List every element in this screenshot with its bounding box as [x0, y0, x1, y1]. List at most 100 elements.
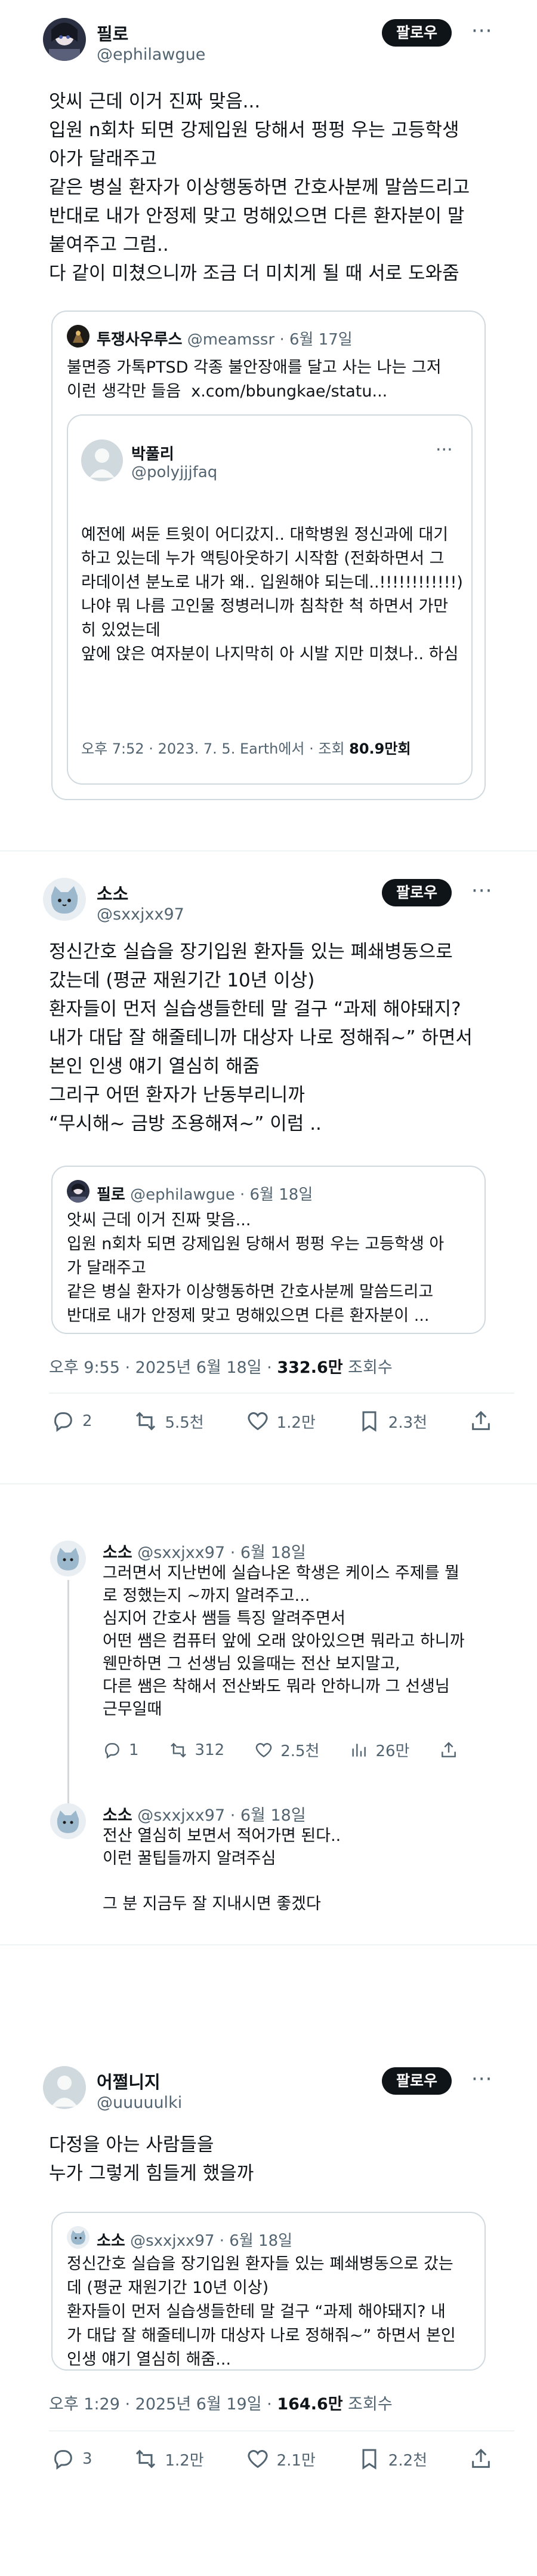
- post-meta: 오후 1:29 · 2025년 6월 19일 · 164.6만 조회수: [49, 2395, 393, 2414]
- quoted-author-handle: @meamssr: [187, 331, 275, 349]
- reply-author: 소소 @sxxjxx97 · 6월 18일: [103, 1539, 306, 1563]
- quoted-date: · 6월 17일: [279, 331, 353, 349]
- quoted-author-handle: @sxxjxx97: [130, 2232, 215, 2250]
- reply-icon: [54, 2450, 72, 2470]
- avatar[interactable]: [43, 878, 86, 921]
- reply-icon: [105, 1742, 119, 1759]
- quoted-date: · 6월 18일: [219, 2232, 293, 2250]
- reply-author-handle: @sxxjxx97: [137, 1806, 226, 1825]
- nested-views: 80.9만회: [349, 740, 411, 757]
- post-meta: 오후 9:55 · 2025년 6월 18일 · 332.6만 조회수: [49, 1358, 393, 1377]
- author-name[interactable]: 소소: [97, 880, 128, 905]
- analytics-icon: [352, 1743, 366, 1757]
- author-name[interactable]: 필로: [97, 20, 128, 45]
- reply-text: 그러면서 지난번에 실습나온 학생은 케이스 주제를 뭘 로 정했는지 ~까지 …: [103, 1564, 465, 1719]
- more-options-icon[interactable]: ···: [471, 2069, 492, 2089]
- reply-button[interactable]: 1: [103, 1741, 139, 1760]
- post-philo: 필로 @ephilawgue 팔로우 ··· 앗씨 근데 이거 진짜 맞음...…: [0, 0, 537, 848]
- nested-author-handle: @polyjjjfaq: [131, 463, 218, 481]
- nested-text: 예전에 써둔 트윗이 어디갔지.. 대학병원 정신과에 대기 하고 있는데 누가…: [81, 525, 463, 663]
- page: 필로 @ephilawgue 팔로우 ··· 앗씨 근데 이거 진짜 맞음...…: [0, 0, 537, 2576]
- retweet-button[interactable]: 312: [169, 1741, 224, 1760]
- heart-icon: [248, 2450, 268, 2469]
- reply-date: · 6월 18일: [230, 1544, 306, 1562]
- reply-date: · 6월 18일: [230, 1806, 306, 1825]
- views-count: 332.6만: [277, 1358, 343, 1377]
- share-button[interactable]: [469, 2447, 493, 2471]
- quoted-author-name: 소소: [97, 2232, 125, 2250]
- reply-count: 2: [82, 1412, 92, 1430]
- avatar[interactable]: [50, 1541, 86, 1576]
- quoted-author-name: 필로: [97, 1186, 125, 1204]
- reply-author-handle: @sxxjxx97: [137, 1544, 226, 1562]
- heart-icon: [248, 1412, 268, 1431]
- reply-thread: 소소 @sxxjxx97 · 6월 18일 그러면서 지난번에 실습나온 학생은…: [0, 1493, 537, 1947]
- quoted-author: 투쟁사우루스 @meamssr · 6월 17일: [97, 327, 353, 349]
- views-count: 26만: [375, 1742, 410, 1760]
- quoted-text: 불면증 가톡PTSD 각종 불안장애를 달고 사는 나는 그저 이런 생각만 들…: [67, 358, 442, 401]
- action-bar: 3 1.2만 2.1만 2.2천: [51, 2447, 493, 2471]
- quoted-post[interactable]: 소소 @sxxjxx97 · 6월 18일 정신간호 실습을 장기입원 환자들 …: [51, 2212, 486, 2371]
- author-handle[interactable]: @ephilawgue: [97, 45, 205, 64]
- more-options-icon[interactable]: ···: [436, 439, 453, 460]
- quoted-author-handle: @ephilawgue: [130, 1186, 235, 1204]
- retweet-icon: [136, 1412, 156, 1431]
- like-count: 2.1만: [276, 2451, 316, 2470]
- retweet-icon: [136, 2449, 156, 2469]
- post-text: 다정을 아는 사람들을 누가 그렇게 힘들게 했을까: [49, 2134, 254, 2184]
- like-button[interactable]: 2.5천: [254, 1739, 319, 1761]
- like-count: 2.5천: [280, 1742, 320, 1760]
- quoted-author: 소소 @sxxjxx97 · 6월 18일: [97, 2228, 292, 2251]
- follow-button[interactable]: 팔로우: [382, 2067, 452, 2095]
- reply-author-name: 소소: [103, 1544, 132, 1562]
- more-options-icon[interactable]: ···: [471, 21, 492, 41]
- author-handle[interactable]: @sxxjxx97: [97, 905, 184, 924]
- divider: [49, 1392, 514, 1394]
- quoted-author: 필로 @ephilawgue · 6월 18일: [97, 1182, 313, 1204]
- reply-text: 전산 열심히 보면서 적어가면 된다.. 이런 꿀팁들까지 알려주심 그 분 지…: [103, 1827, 341, 1913]
- nested-quoted-post[interactable]: 박풀리 @polyjjjfaq ··· 예전에 써둔 트윗이 어디갔지.. 대학…: [67, 414, 473, 785]
- quoted-post[interactable]: 투쟁사우루스 @meamssr · 6월 17일 불면증 가톡PTSD 각종 불…: [51, 311, 486, 800]
- share-icon: [472, 2448, 490, 2468]
- author-handle[interactable]: @uuuuulki: [97, 2094, 182, 2112]
- like-button[interactable]: 1.2만: [246, 1409, 316, 1433]
- retweet-button[interactable]: 1.2만: [134, 2447, 204, 2471]
- more-options-icon[interactable]: ···: [471, 881, 492, 901]
- reply-button[interactable]: 2: [51, 1409, 92, 1433]
- avatar[interactable]: [43, 18, 86, 61]
- views-button[interactable]: 26만: [349, 1739, 409, 1761]
- avatar: [67, 1180, 90, 1203]
- reply-button[interactable]: 3: [51, 2447, 92, 2471]
- share-button[interactable]: [439, 1741, 458, 1760]
- reply-author-name: 소소: [103, 1806, 132, 1825]
- post-text: 앗씨 근데 이거 진짜 맞음... 입원 n회차 되면 강제입원 당해서 펑펑 …: [49, 91, 470, 284]
- bookmark-button[interactable]: 2.2천: [357, 2447, 427, 2471]
- share-button[interactable]: [469, 1409, 493, 1433]
- avatar: [67, 2226, 90, 2249]
- bookmark-button[interactable]: 2.3천: [357, 1409, 427, 1433]
- divider: [0, 1944, 537, 1945]
- divider: [49, 2430, 514, 2431]
- post-ujjulnizi: 어쩔니지 @uuuuulki 팔로우 ··· 다정을 아는 사람들을 누가 그렇…: [0, 1953, 537, 2576]
- retweet-count: 1.2만: [165, 2451, 204, 2470]
- share-icon: [472, 1410, 490, 1430]
- like-button[interactable]: 2.1만: [246, 2447, 316, 2471]
- follow-button[interactable]: 팔로우: [382, 19, 452, 47]
- reply-icon: [54, 1412, 72, 1432]
- thread-line: [67, 1580, 69, 1831]
- default-avatar: [81, 439, 123, 481]
- retweet-count: 5.5천: [165, 1413, 204, 1432]
- bookmark-count: 2.2천: [388, 2451, 428, 2470]
- retweet-button[interactable]: 5.5천: [134, 1409, 204, 1433]
- avatar[interactable]: [50, 1803, 86, 1839]
- bookmark-count: 2.3천: [388, 1413, 428, 1432]
- bookmark-icon: [362, 2449, 376, 2470]
- follow-button[interactable]: 팔로우: [382, 879, 452, 906]
- reply-action-bar: 1 312 2.5천 26만: [103, 1739, 458, 1761]
- like-count: 1.2만: [276, 1413, 316, 1432]
- default-avatar[interactable]: [43, 2066, 86, 2109]
- quoted-post[interactable]: 필로 @ephilawgue · 6월 18일 앗씨 근데 이거 진짜 맞음..…: [51, 1166, 486, 1334]
- author-name[interactable]: 어쩔니지: [97, 2068, 161, 2094]
- share-icon: [442, 1741, 456, 1757]
- post-text: 정신간호 실습을 장기입원 환자들 있는 폐쇄병동으로 갔는데 (평균 재원기간…: [49, 941, 473, 1135]
